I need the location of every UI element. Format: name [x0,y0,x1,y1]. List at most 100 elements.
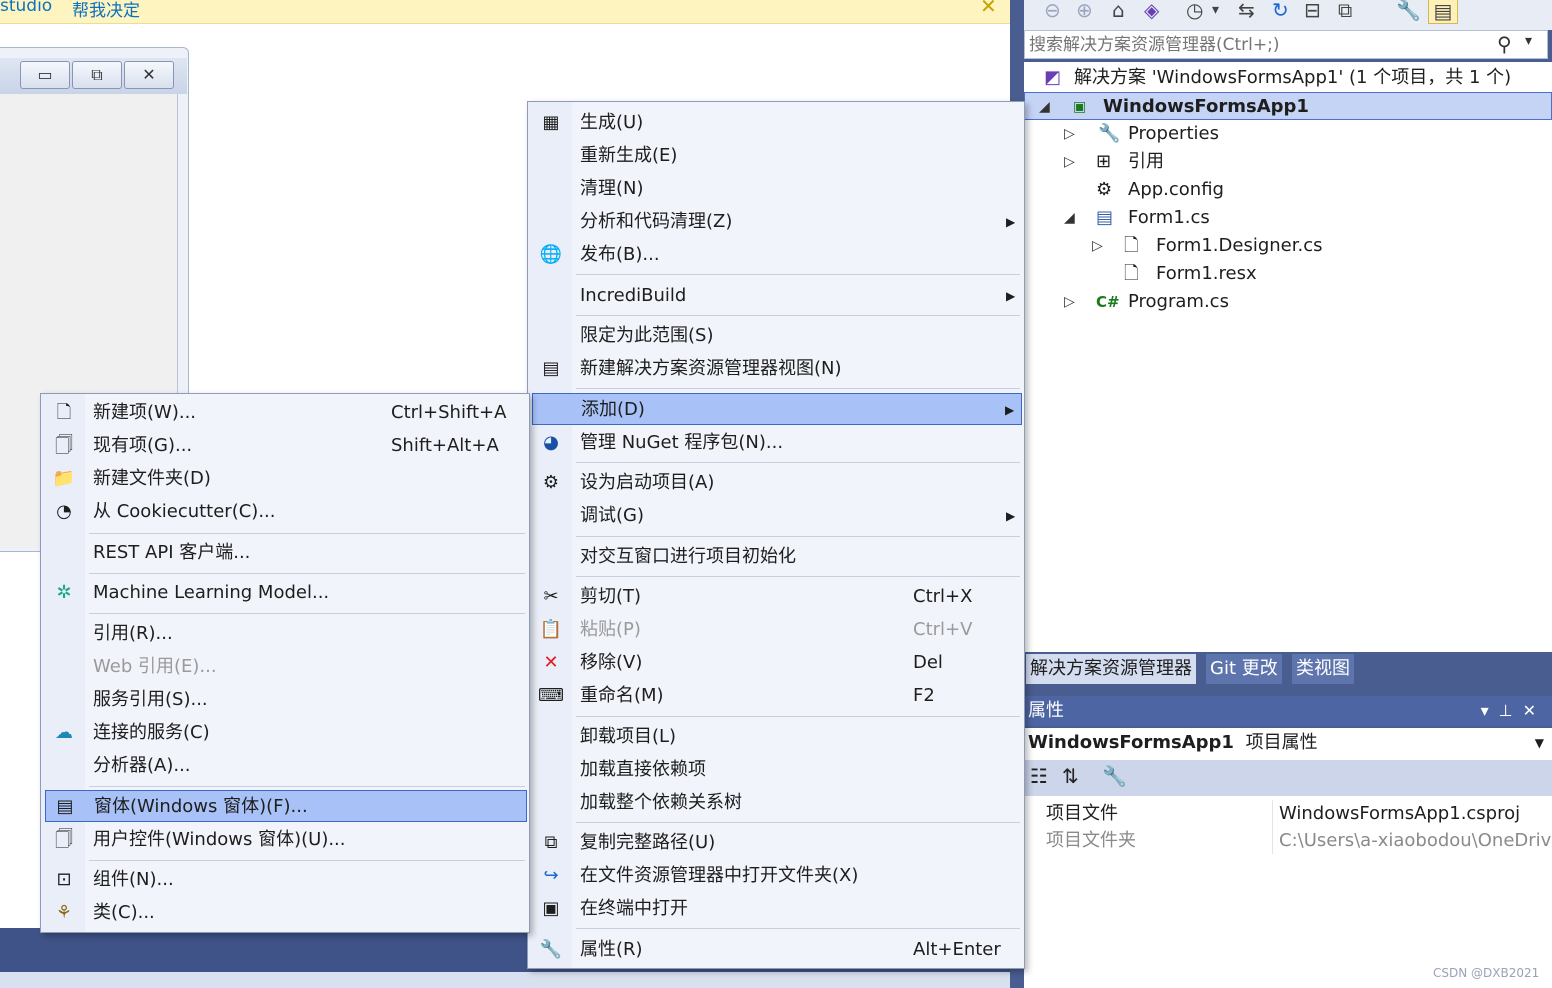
tree-item-references[interactable]: ▷ ⊞ 引用 [1024,148,1552,176]
help-decide-link[interactable]: 帮我决定 [72,0,140,21]
tree-item-project[interactable]: ◢ ▣ WindowsFormsApp1 [1024,92,1552,120]
tree-item-app-config[interactable]: ⚙ App.config [1024,176,1552,204]
menu-item-publish[interactable]: 🌐 发布(B)... [532,239,1020,271]
csharp-file-icon: C# [1096,293,1120,311]
forward-icon[interactable]: ⊕ [1076,0,1093,22]
references-icon: ⊞ [1096,151,1112,172]
menu-item-open-folder[interactable]: ↪ 在文件资源管理器中打开文件夹(X) [532,860,1020,892]
menu-item-debug[interactable]: 调试(G) ▶ [532,500,1020,532]
property-row[interactable]: 项目文件夹 C:\Users\a-xiaobodou\OneDrive [1024,827,1552,854]
class-icon: ⚘ [55,902,73,923]
solution-explorer-toolbar: ⊖ ⊕ ⌂ ◈ ◷ ▾ ⇆ ↻ ⊟ ⧉ 🔧 ▤ [1024,0,1552,30]
clipboard-icon: 📋 [539,619,563,640]
menu-item-web-reference[interactable]: Web 引用(E)... [45,651,525,683]
search-input[interactable] [1029,33,1489,57]
search-icon[interactable]: ⚲ [1497,32,1512,56]
menu-item-load-tree[interactable]: 加载整个依赖关系树 [532,787,1020,819]
menu-item-analyzer[interactable]: 分析器(A)... [45,750,525,782]
history-dropdown-icon[interactable]: ▾ [1212,2,1219,18]
tab-solution-explorer[interactable]: 解决方案资源管理器 [1026,654,1196,684]
tree-item-program[interactable]: ▷ C# Program.cs [1024,288,1552,316]
menu-item-build[interactable]: ▦ 生成(U) [532,107,1020,139]
menu-item-clean[interactable]: 清理(N) [532,173,1020,205]
tab-git-changes[interactable]: Git 更改 [1206,654,1282,684]
tree-item-form1-resx[interactable]: 🗋 Form1.resx [1024,260,1552,288]
categorized-icon[interactable]: ☷ [1030,764,1048,788]
menu-item-incredibuild[interactable]: IncrediBuild ▶ [532,280,1020,312]
expand-arrow-icon[interactable]: ▷ [1064,120,1075,148]
menu-item-analyze[interactable]: 分析和代码清理(Z) ▶ [532,206,1020,238]
menu-item-cut[interactable]: ✂ 剪切(T) Ctrl+X [532,581,1020,613]
tree-item-form1-designer[interactable]: ▷ 🗋 Form1.Designer.cs [1024,232,1552,260]
alphabetical-sort-icon[interactable]: ⇅ [1062,764,1079,788]
menu-item-new-view[interactable]: ▤ 新建解决方案资源管理器视图(N) [532,353,1020,385]
search-options-dropdown-icon[interactable]: ▾ [1525,33,1532,49]
solution-search-box[interactable]: ⚲ ▾ [1024,30,1548,59]
menu-item-new-item[interactable]: 🗋 新建项(W)... Ctrl+Shift+A [45,397,525,429]
property-row[interactable]: 项目文件 WindowsFormsApp1.csproj [1024,800,1552,827]
show-all-files-icon[interactable]: ⧉ [1338,0,1352,22]
menu-item-existing-item[interactable]: 🗍 现有项(G)... Shift+Alt+A [45,430,525,462]
menu-item-new-folder[interactable]: 📁 新建文件夹(D) [45,463,525,495]
menu-item-service-reference[interactable]: 服务引用(S)... [45,684,525,716]
expand-arrow-icon[interactable]: ▷ [1064,288,1075,316]
preview-icon[interactable]: ▤ [1428,0,1458,24]
menu-item-properties[interactable]: 🔧 属性(R) Alt+Enter [532,934,1020,966]
menu-item-ml-model[interactable]: ✲ Machine Learning Model... [45,577,525,609]
menu-item-rebuild[interactable]: 重新生成(E) [532,140,1020,172]
menu-item-component[interactable]: ⊡ 组件(N)... [45,864,525,896]
maximize-icon[interactable]: ⧉ [72,61,122,89]
tree-item-properties[interactable]: ▷ 🔧 Properties [1024,120,1552,148]
menu-item-cookiecutter[interactable]: ◔ 从 Cookiecutter(C)... [45,496,525,528]
menu-item-scope[interactable]: 限定为此范围(S) [532,320,1020,352]
menu-item-rest-api[interactable]: REST API 客户端... [45,537,525,569]
menu-item-paste[interactable]: 📋 粘贴(P) Ctrl+V [532,614,1020,646]
menu-item-windows-form[interactable]: ▤ 窗体(Windows 窗体)(F)... [45,790,527,822]
menu-item-unload[interactable]: 卸载项目(L) [532,721,1020,753]
tree-item-solution[interactable]: ◩ 解决方案 'WindowsFormsApp1' (1 个项目，共 1 个) [1024,64,1552,92]
properties-wrench-icon[interactable]: 🔧 [1396,0,1421,22]
menu-item-rename[interactable]: ⌨ 重命名(M) F2 [532,680,1020,712]
expand-arrow-icon[interactable]: ▷ [1092,232,1103,260]
properties-object-selector[interactable]: WindowsFormsApp1 项目属性 ▼ [1024,728,1552,760]
submenu-arrow-icon: ▶ [1006,215,1016,229]
menu-item-connected-service[interactable]: ☁ 连接的服务(C) [45,717,525,749]
wrench-icon: 🔧 [539,939,563,960]
tree-item-form1[interactable]: ◢ ▤ Form1.cs [1024,204,1552,232]
menu-item-startup[interactable]: ⚙ 设为启动项目(A) [532,467,1020,499]
back-icon[interactable]: ⊖ [1044,0,1061,22]
expand-arrow-icon[interactable]: ▷ [1064,148,1075,176]
pin-icon[interactable]: ⊥ [1499,701,1523,720]
tree-item-label: WindowsFormsApp1 [1103,96,1309,117]
menu-item-reference[interactable]: 引用(R)... [45,618,525,650]
minimize-icon[interactable]: ▭ [20,61,70,89]
project-context-menu: ▦ 生成(U) 重新生成(E) 清理(N) 分析和代码清理(Z) ▶ 🌐 发布(… [527,101,1025,969]
close-icon[interactable]: ✕ [1523,701,1546,720]
collapse-arrow-icon[interactable]: ◢ [1039,93,1050,121]
tab-class-view[interactable]: 类视图 [1292,654,1354,684]
menu-item-open-terminal[interactable]: ▣ 在终端中打开 [532,893,1020,925]
chevron-down-icon[interactable]: ▼ [1535,728,1544,758]
vs-switch-view-icon[interactable]: ◈ [1144,0,1159,22]
home-icon[interactable]: ⌂ [1112,0,1125,22]
collapse-arrow-icon[interactable]: ◢ [1064,204,1075,232]
collapse-all-icon[interactable]: ⊟ [1304,0,1321,22]
info-bar-close-icon[interactable]: ✕ [980,0,997,18]
history-icon[interactable]: ◷ [1186,0,1203,22]
menu-item-interactive[interactable]: 对交互窗口进行项目初始化 [532,541,1020,573]
menu-item-remove[interactable]: ✕ 移除(V) Del [532,647,1020,679]
menu-item-load-direct[interactable]: 加载直接依赖项 [532,754,1020,786]
menu-item-user-control[interactable]: 🗍 用户控件(Windows 窗体)(U)... [45,824,525,856]
menu-item-class[interactable]: ⚘ 类(C)... [45,897,525,929]
menu-item-add[interactable]: 添加(D) ▶ [532,393,1022,425]
property-pages-wrench-icon[interactable]: 🔧 [1102,764,1127,788]
terminal-icon: ▣ [542,898,560,919]
menu-item-copy-path[interactable]: ⧉ 复制完整路径(U) [532,827,1020,859]
sync-icon[interactable]: ⇆ [1238,0,1255,22]
close-icon[interactable]: ✕ [124,61,174,89]
dropdown-icon[interactable]: ▾ [1481,701,1499,720]
menu-item-nuget[interactable]: ◕ 管理 NuGet 程序包(N)... [532,427,1020,459]
menu-item-label: 对交互窗口进行项目初始化 [580,546,796,567]
refresh-icon[interactable]: ↻ [1272,0,1289,22]
property-value: WindowsFormsApp1.csproj [1272,800,1552,827]
